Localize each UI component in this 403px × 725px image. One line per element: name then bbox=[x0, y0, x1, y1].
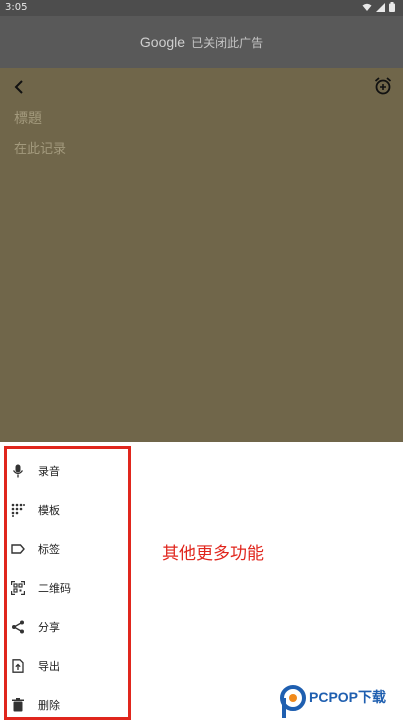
battery-icon bbox=[389, 2, 395, 12]
menu-item-export[interactable]: 导出 bbox=[7, 646, 128, 686]
ad-closed-text: 已关闭此广告 bbox=[191, 35, 264, 50]
menu-item-label: 模板 bbox=[38, 504, 60, 517]
annotation-text: 其他更多功能 bbox=[162, 544, 264, 564]
note-editor: 標題 在此记录 bbox=[0, 68, 403, 442]
menu-item-delete[interactable]: 删除 bbox=[7, 685, 128, 725]
microphone-icon bbox=[12, 464, 24, 478]
menu-item-tag[interactable]: 标签 bbox=[7, 529, 128, 569]
qr-code-icon bbox=[11, 581, 25, 595]
menu-item-qrcode[interactable]: 二维码 bbox=[7, 568, 128, 608]
note-title-input[interactable]: 標題 bbox=[14, 108, 42, 128]
status-time: 3:05 bbox=[5, 2, 28, 13]
pcpop-logo-icon bbox=[280, 685, 306, 718]
menu-item-label: 导出 bbox=[38, 660, 60, 673]
bottom-sheet: 录音 模板 标签 二维码 分享 导出 删除 其他更多功能 PCPOP下载 bbox=[0, 442, 403, 720]
ad-brand: Google bbox=[139, 34, 186, 50]
label-icon bbox=[11, 544, 25, 554]
menu-item-label: 分享 bbox=[38, 621, 60, 634]
delete-icon bbox=[12, 698, 24, 712]
alarm-add-icon[interactable] bbox=[373, 76, 393, 96]
status-icons bbox=[362, 2, 395, 12]
export-icon bbox=[12, 659, 24, 673]
share-icon bbox=[12, 620, 24, 634]
menu-item-share[interactable]: 分享 bbox=[7, 607, 128, 647]
menu-item-label: 标签 bbox=[38, 543, 60, 556]
more-menu-highlight: 录音 模板 标签 二维码 分享 导出 删除 bbox=[4, 446, 131, 720]
ad-banner: Google 已关闭此广告 bbox=[0, 16, 403, 68]
back-arrow-icon[interactable] bbox=[10, 77, 30, 97]
watermark-brand: PCPOP下载 bbox=[309, 689, 387, 705]
menu-item-label: 录音 bbox=[38, 465, 60, 478]
template-icon bbox=[11, 503, 25, 517]
wifi-icon bbox=[362, 3, 372, 11]
signal-icon bbox=[376, 2, 385, 12]
status-bar: 3:05 bbox=[0, 0, 403, 16]
menu-item-label: 二维码 bbox=[38, 582, 71, 595]
menu-item-template[interactable]: 模板 bbox=[7, 490, 128, 530]
menu-item-record[interactable]: 录音 bbox=[7, 451, 128, 491]
note-body-input[interactable]: 在此记录 bbox=[14, 138, 66, 157]
menu-item-label: 删除 bbox=[38, 699, 60, 712]
watermark: PCPOP下载 bbox=[278, 682, 398, 722]
